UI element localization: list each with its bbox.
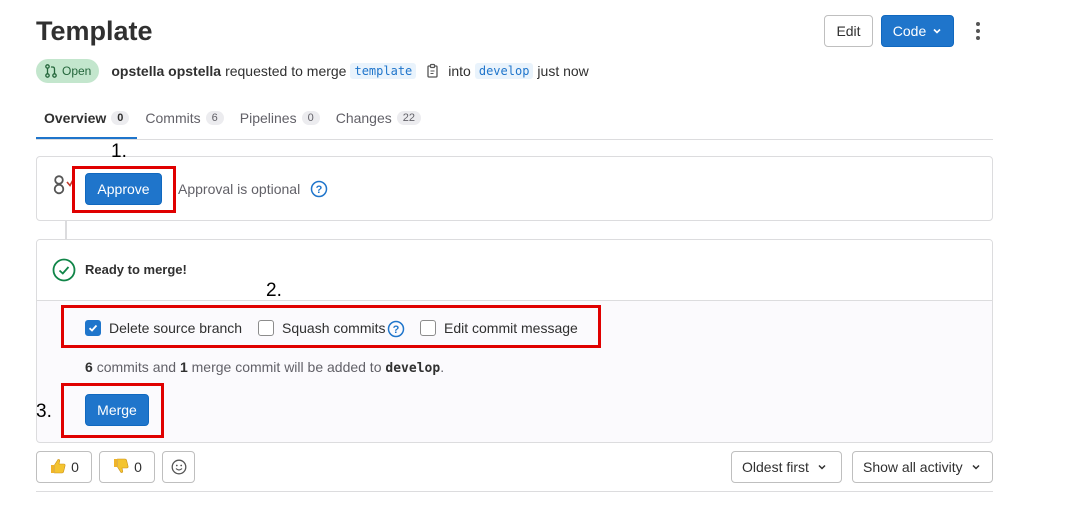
annotation-step-3: 3. xyxy=(36,401,52,422)
code-button-label: Code xyxy=(892,23,927,39)
thumbs-down-count: 0 xyxy=(134,459,142,475)
tab-label: Changes xyxy=(335,109,392,126)
target-branch-name: develop xyxy=(385,361,441,376)
merge-request-meta: Open opstella opstella requested to merg… xyxy=(36,59,589,83)
tab-count: 6 xyxy=(205,110,224,125)
annotation-box-merge xyxy=(61,383,164,438)
smiley-icon xyxy=(171,459,186,475)
tab-count: 22 xyxy=(396,110,421,125)
tab-changes[interactable]: Changes 22 xyxy=(328,96,429,139)
divider xyxy=(36,491,993,492)
tab-label: Overview xyxy=(44,109,107,126)
annotation-step-1: 1. xyxy=(111,141,127,162)
annotation-box-options xyxy=(61,305,601,348)
commit-count: 6 xyxy=(85,359,93,375)
tab-label: Commits xyxy=(145,109,201,126)
add-reaction-button[interactable] xyxy=(162,451,195,483)
commits-summary: 6 commits and 1 merge commit will be add… xyxy=(85,359,444,376)
approval-status-text: Approval is optional xyxy=(178,181,301,197)
commits-text: commits and xyxy=(96,359,177,375)
merge-commit-count: 1 xyxy=(179,359,188,375)
tab-commits[interactable]: Commits 6 xyxy=(137,96,231,139)
annotation-box-approve xyxy=(72,166,176,213)
annotation-step-2: 2. xyxy=(266,280,282,301)
tab-pipelines[interactable]: Pipelines 0 xyxy=(232,96,328,139)
thumbs-up-count: 0 xyxy=(71,459,79,475)
tab-label: Pipelines xyxy=(239,109,297,126)
success-check-icon xyxy=(52,258,76,282)
code-dropdown-button[interactable]: Code xyxy=(881,15,954,47)
timeline-connector xyxy=(65,221,67,239)
thumbs-up-button[interactable]: 0 xyxy=(36,451,92,483)
sort-order-label: Oldest first xyxy=(742,459,809,475)
tab-count: 0 xyxy=(301,110,320,125)
into-text: into xyxy=(448,63,471,79)
merge-request-icon xyxy=(45,64,57,78)
target-branch[interactable]: develop xyxy=(474,63,534,79)
merge-commit-text: merge commit will be added to xyxy=(191,359,382,375)
thumbs-up-icon xyxy=(49,457,67,478)
status-badge: Open xyxy=(36,59,100,83)
copy-branch-icon[interactable] xyxy=(426,63,440,79)
sort-order-dropdown[interactable]: Oldest first xyxy=(731,451,842,483)
activity-filter-label: Show all activity xyxy=(863,459,963,475)
chevron-down-icon xyxy=(972,464,980,470)
thumbs-down-icon xyxy=(112,457,130,478)
time-text: just now xyxy=(537,63,589,79)
page-title: Template xyxy=(36,16,153,46)
source-branch[interactable]: template xyxy=(350,63,417,79)
activity-filter-dropdown[interactable]: Show all activity xyxy=(852,451,993,483)
thumbs-down-button[interactable]: 0 xyxy=(99,451,155,483)
tab-count: 0 xyxy=(111,110,130,125)
period: . xyxy=(440,359,445,375)
merge-request-tabs: Overview 0 Commits 6 Pipelines 0 Changes… xyxy=(36,96,993,140)
chevron-down-icon xyxy=(933,28,941,34)
help-icon[interactable]: ? xyxy=(310,180,328,198)
tab-overview[interactable]: Overview 0 xyxy=(36,96,137,139)
svg-text:?: ? xyxy=(316,184,323,196)
action-text: requested to merge xyxy=(225,63,347,79)
author-link[interactable]: opstella opstella xyxy=(111,63,221,79)
chevron-down-icon xyxy=(818,464,826,470)
merge-status-text: Ready to merge! xyxy=(85,262,187,277)
status-label: Open xyxy=(62,64,92,78)
more-actions-icon[interactable] xyxy=(968,18,988,44)
edit-button[interactable]: Edit xyxy=(824,15,873,47)
